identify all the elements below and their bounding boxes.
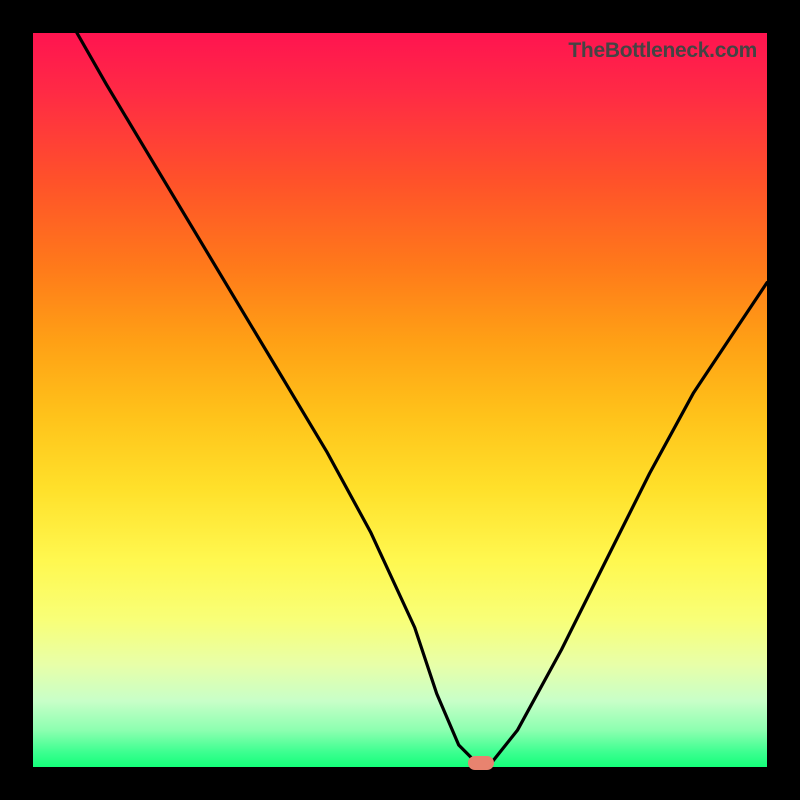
chart-stage: TheBottleneck.com xyxy=(0,0,800,800)
bottleneck-curve xyxy=(33,33,767,767)
curve-path xyxy=(77,33,767,767)
plot-area: TheBottleneck.com xyxy=(33,33,767,767)
optimal-point-marker xyxy=(468,756,494,770)
